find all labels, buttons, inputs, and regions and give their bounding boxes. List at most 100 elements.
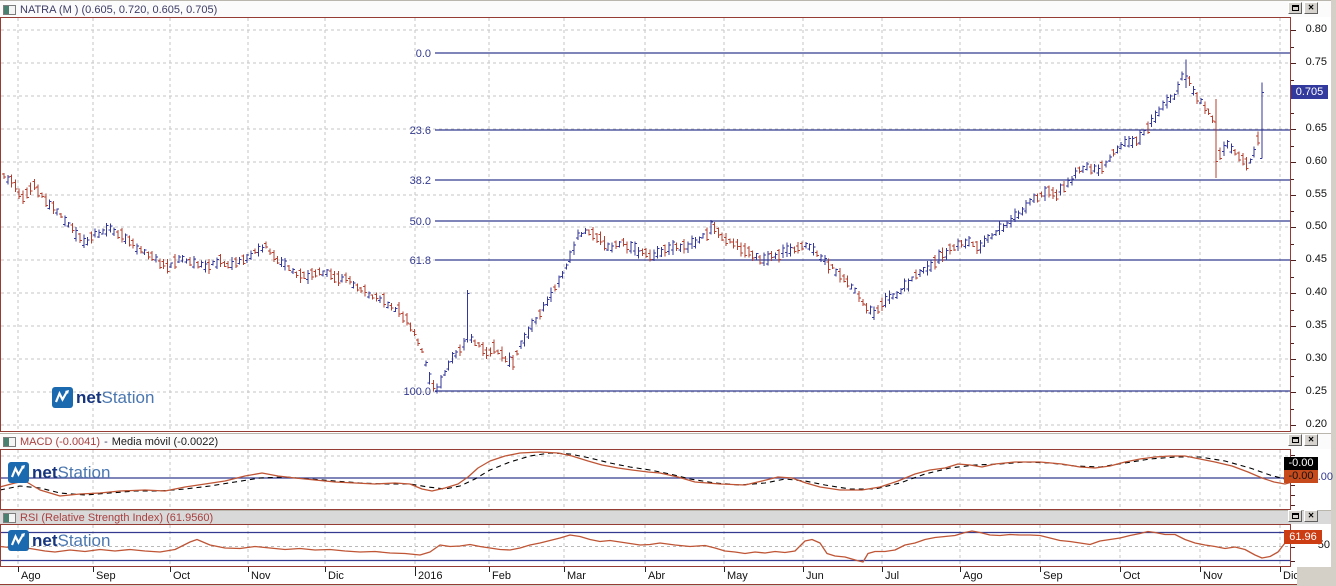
price-plot-area[interactable]: 0.0 23.6 38.2 50.0 61.8 100.0 (0, 17, 1291, 432)
time-axis-tick (1200, 567, 1201, 572)
price-axis-label: 0.20 (1305, 418, 1327, 430)
svg-text:100.0: 100.0 (403, 386, 431, 398)
macd-panel-header: MACD (-0.0041) - Media móvil (-0.0022) (0, 433, 1331, 450)
price-axis-label: 0.35 (1305, 319, 1327, 331)
time-axis-tick (803, 567, 804, 572)
close-icon: × (1308, 2, 1314, 13)
price-axis-label: 0.80 (1305, 23, 1327, 35)
time-axis-label: Abr (648, 570, 666, 582)
time-axis-label: Nov (251, 570, 271, 582)
macd-title-separator: - (104, 436, 108, 448)
time-axis-tick (93, 567, 94, 572)
axis-minor-tick (1291, 178, 1294, 180)
price-axis-label: 0.50 (1305, 220, 1327, 232)
netstation-chart-window: NATRA (M ) (0.605, 0.720, 0.605, 0.705) … (0, 0, 1333, 586)
close-button[interactable]: × (1304, 510, 1318, 522)
logo-text-station: Station (57, 462, 111, 482)
time-axis-tick (170, 567, 171, 572)
axis-tick (1291, 359, 1296, 360)
price-axis-label: 0.25 (1305, 385, 1327, 397)
time-axis-tick (960, 567, 961, 572)
corner-filler (1297, 567, 1331, 586)
close-icon: × (1308, 510, 1314, 521)
axis-minor-tick (1291, 243, 1294, 245)
time-axis-tick (1280, 567, 1281, 572)
axis-tick (1291, 326, 1296, 327)
close-button[interactable]: × (1304, 434, 1318, 446)
axis-tick (1291, 561, 1295, 562)
time-axis-tick (1120, 567, 1121, 572)
time-axis-tick (248, 567, 249, 572)
axis-tick (1291, 495, 1295, 496)
axis-minor-tick (1291, 46, 1294, 48)
time-axis-tick (415, 567, 416, 576)
time-axis[interactable]: Ago Sep Oct Nov Dic 2016 Feb Mar Abr May Jun Jul Ago… (0, 567, 1299, 585)
price-axis-label: 0.75 (1305, 56, 1327, 68)
axis-tick (1291, 293, 1296, 294)
axis-tick (1291, 260, 1296, 261)
price-axis-label: 0.30 (1305, 352, 1327, 364)
macd-title: MACD (-0.0041) (20, 436, 101, 448)
close-icon: × (1308, 434, 1314, 445)
axis-minor-tick (1291, 211, 1294, 212)
time-axis-tick (724, 567, 725, 572)
last-price-badge: 0.705 (1291, 85, 1328, 99)
time-axis-tick (564, 567, 565, 572)
axis-tick (1291, 505, 1295, 506)
netstation-logo-icon (8, 462, 29, 483)
price-axis[interactable]: 0.800.750.700.650.600.550.500.450.400.35… (1291, 17, 1331, 432)
time-axis-tick (1040, 567, 1041, 572)
netstation-logo-icon (52, 387, 73, 408)
price-axis-label: 0.45 (1305, 253, 1327, 265)
axis-minor-tick (1291, 408, 1294, 410)
axis-minor-tick (1291, 276, 1294, 278)
svg-text:50.0: 50.0 (410, 216, 431, 228)
axis-tick (1291, 547, 1295, 548)
time-axis-label: Sep (1043, 570, 1063, 582)
time-axis-label: May (727, 570, 748, 582)
axis-minor-tick (1291, 145, 1294, 147)
axis-tick (1291, 129, 1296, 130)
time-axis-tick (882, 567, 883, 572)
close-button[interactable]: × (1304, 2, 1318, 14)
netstation-watermark: netStation (8, 462, 110, 483)
axis-minor-tick (1291, 375, 1294, 377)
netstation-logo-icon (8, 530, 29, 551)
time-axis-label: Mar (567, 570, 586, 582)
axis-minor-tick (1291, 79, 1294, 81)
rsi-title: RSI (Relative Strength Index) (61.9560) (20, 512, 214, 524)
macd-value-badge: -0.00 (1284, 470, 1318, 483)
macd-signal-value-badge: -0.00 (1284, 457, 1318, 470)
macd-plot-area[interactable] (0, 449, 1291, 510)
time-axis-label: Feb (492, 570, 511, 582)
rsi-panel-header: RSI (Relative Strength Index) (61.9560) (0, 510, 1331, 525)
rsi-plot-area[interactable] (0, 524, 1291, 567)
restore-button[interactable] (1288, 2, 1302, 14)
price-panel-title: NATRA (M ) (0.605, 0.720, 0.605, 0.705) (20, 3, 218, 16)
time-axis-label: Jul (885, 570, 900, 582)
restore-button[interactable] (1288, 510, 1302, 522)
restore-button[interactable] (1288, 434, 1302, 446)
axis-tick (1291, 162, 1296, 163)
axis-minor-tick (1291, 342, 1294, 344)
axis-tick (1291, 195, 1296, 196)
netstation-watermark: netStation (8, 530, 110, 551)
svg-text:61.8: 61.8 (410, 255, 431, 267)
restore-icon (1291, 513, 1299, 519)
chart-series-icon[interactable] (3, 4, 16, 15)
logo-text-net: net (32, 462, 58, 482)
time-axis-tick (18, 567, 19, 572)
axis-tick (1291, 485, 1295, 486)
chart-series-icon[interactable] (3, 437, 16, 447)
axis-tick (1291, 227, 1296, 228)
axis-tick (1291, 455, 1295, 456)
chart-series-icon[interactable] (3, 513, 16, 523)
axis-tick (1291, 425, 1296, 426)
price-axis-label: 0.55 (1305, 188, 1327, 200)
axis-tick (1291, 63, 1296, 64)
time-axis-label: Oct (1123, 570, 1141, 582)
time-axis-label: Jun (806, 570, 824, 582)
time-axis-tick (489, 567, 490, 572)
logo-text-station: Station (101, 387, 155, 407)
price-axis-label: 0.40 (1305, 286, 1327, 298)
